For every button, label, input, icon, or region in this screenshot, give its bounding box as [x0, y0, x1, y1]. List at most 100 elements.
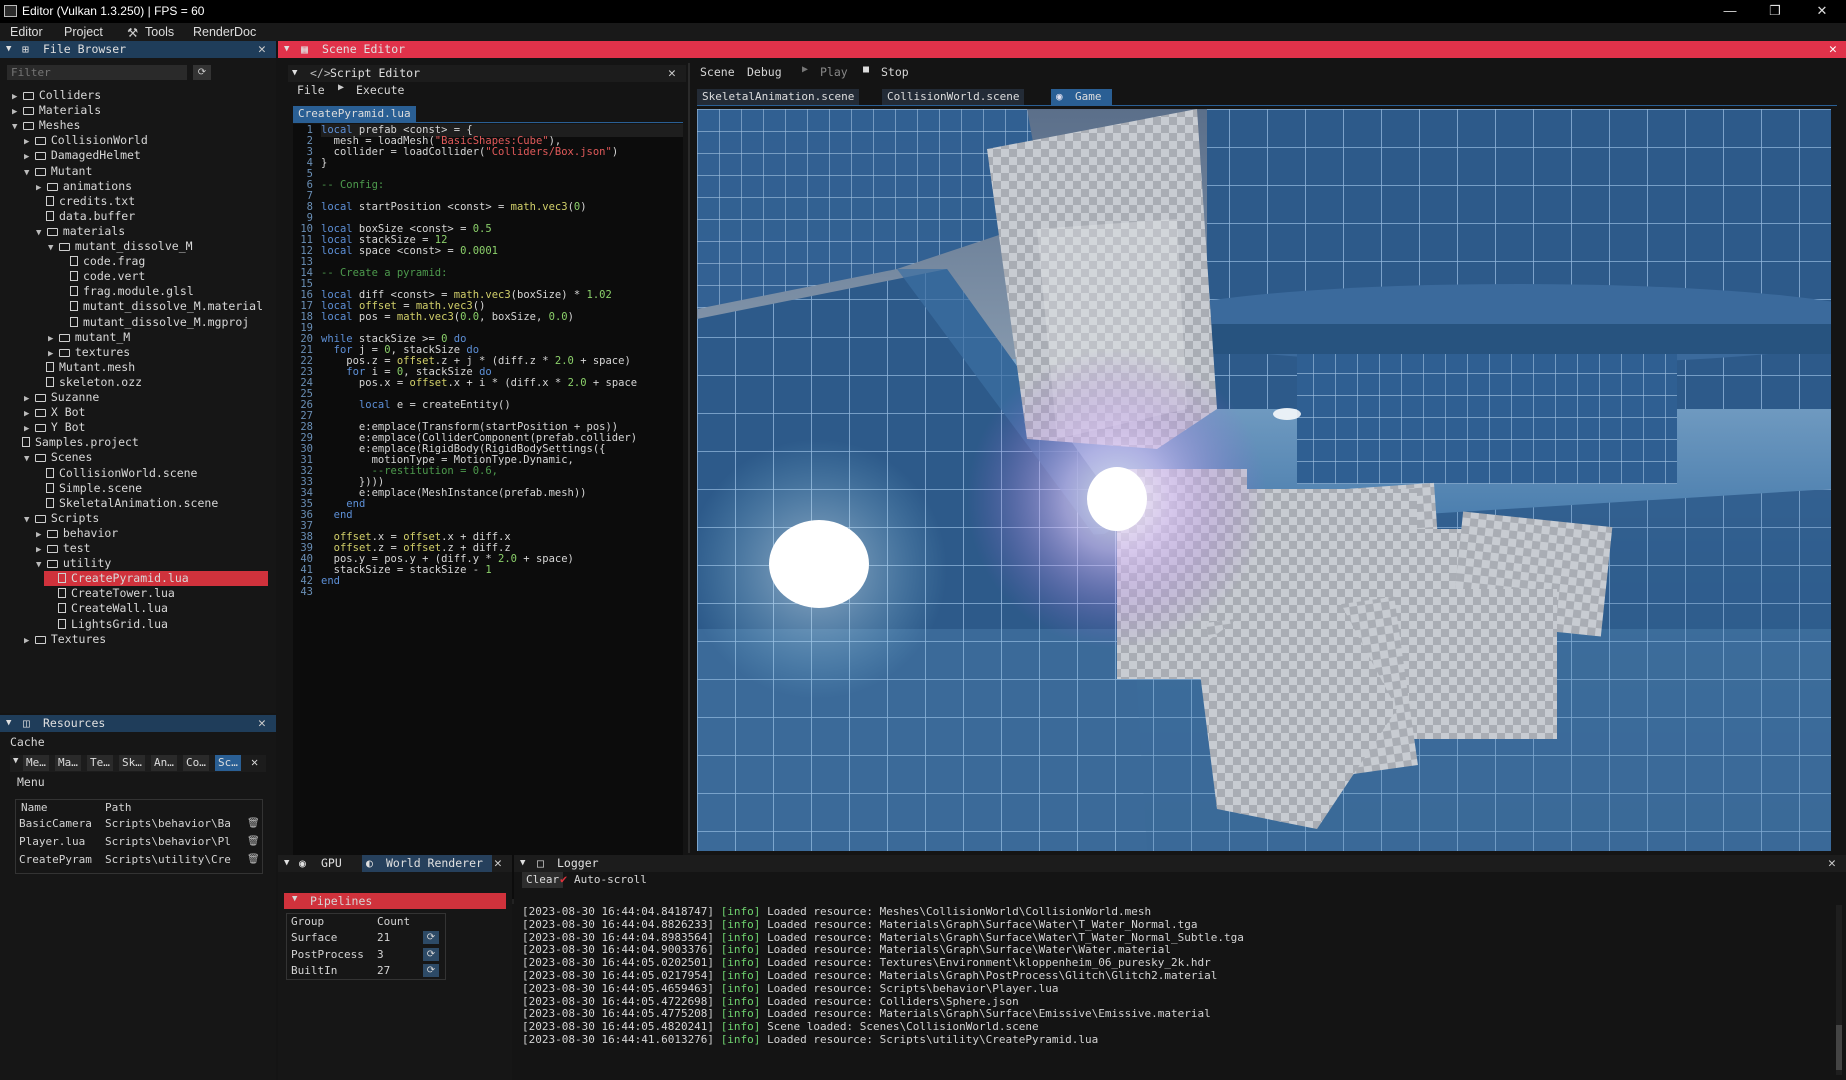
tree-item[interactable]: ▼ mutant_dissolve_M — [48, 239, 193, 254]
close-logger-icon[interactable]: ✕ — [1828, 855, 1836, 872]
collapse-triangle-icon[interactable]: ▼ — [292, 65, 297, 82]
collapsed-arrow-icon[interactable]: ▶ — [24, 152, 35, 162]
tree-item[interactable]: SkeletalAnimation.scene — [36, 496, 218, 511]
menu-debug[interactable]: Debug — [747, 65, 782, 79]
tab-colliders[interactable]: Co… — [183, 755, 209, 771]
resource-name[interactable]: BasicCamera — [19, 816, 101, 831]
tree-item[interactable]: skeleton.ozz — [36, 375, 142, 390]
tree-item[interactable]: data.buffer — [36, 209, 135, 224]
collapse-triangle-icon[interactable]: ▼ — [520, 855, 525, 872]
pipelines-header[interactable]: ▼ Pipelines — [284, 893, 506, 909]
tree-item[interactable]: frag.module.glsl — [60, 284, 194, 299]
tree-item[interactable]: ▼ utility — [36, 556, 111, 571]
tree-item[interactable]: CreateTower.lua — [48, 586, 175, 601]
stop-button[interactable]: Stop — [881, 65, 909, 79]
code-line[interactable]: -- Config: — [321, 180, 384, 191]
collapse-triangle-icon[interactable]: ▼ — [284, 855, 289, 872]
close-window-icon[interactable]: ✕ — [1804, 1, 1840, 21]
menu-editor[interactable]: Editor — [10, 25, 43, 39]
collapse-triangle-icon[interactable]: ▼ — [6, 715, 11, 732]
close-file-browser-icon[interactable]: ✕ — [258, 41, 266, 58]
collapsed-arrow-icon[interactable]: ▶ — [36, 183, 47, 193]
tree-item[interactable]: code.vert — [60, 269, 145, 284]
tree-item[interactable]: ▶ CollisionWorld — [24, 133, 148, 148]
game-viewport[interactable] — [697, 109, 1831, 851]
tree-item[interactable]: ▶ Colliders — [12, 88, 101, 103]
tree-item[interactable]: Mutant.mesh — [36, 360, 135, 375]
trash-icon[interactable]: 🗑 — [247, 834, 259, 849]
code-line[interactable]: collider = loadCollider("Colliders/Box.j… — [321, 147, 619, 158]
tab-scripts[interactable]: Sc… — [215, 755, 241, 771]
tab-skeletons[interactable]: Sk… — [119, 755, 145, 771]
tab-textures[interactable]: Te… — [87, 755, 113, 771]
tab-meshes[interactable]: Me… — [23, 755, 49, 771]
tree-item[interactable]: CollisionWorld.scene — [36, 466, 197, 481]
tab-materials[interactable]: Ma… — [55, 755, 81, 771]
tree-item[interactable]: ▶ test — [36, 541, 91, 556]
tab-collision-world-scene[interactable]: CollisionWorld.scene — [882, 89, 1025, 105]
tree-item[interactable]: CreateWall.lua — [48, 601, 168, 616]
code-line[interactable]: local startPosition <const> = math.vec3(… — [321, 202, 587, 213]
scrollbar-thumb[interactable] — [1836, 1025, 1842, 1070]
reload-pipeline-icon[interactable]: ⟳ — [423, 964, 439, 977]
menu-scene[interactable]: Scene — [700, 65, 735, 79]
collapse-triangle-icon[interactable]: ▼ — [6, 41, 11, 58]
expanded-arrow-icon[interactable]: ▼ — [36, 560, 47, 570]
close-world-renderer-icon[interactable]: ✕ — [494, 855, 502, 872]
tree-item[interactable]: code.frag — [60, 254, 145, 269]
trash-icon[interactable]: 🗑 — [247, 816, 259, 831]
tree-item[interactable]: ▼ Scenes — [24, 450, 92, 465]
collapsed-arrow-icon[interactable]: ▶ — [24, 409, 35, 419]
tree-item[interactable]: ▶ animations — [36, 179, 132, 194]
code-line[interactable]: end — [321, 576, 340, 587]
expanded-arrow-icon[interactable]: ▼ — [12, 122, 23, 132]
play-button[interactable]: Play — [820, 65, 848, 79]
reload-pipeline-icon[interactable]: ⟳ — [423, 947, 439, 961]
clear-button[interactable]: Clear — [522, 872, 564, 888]
tree-item[interactable]: ▶ X Bot — [24, 405, 85, 420]
tree-item[interactable]: credits.txt — [36, 194, 135, 209]
tree-item[interactable]: ▼ Scripts — [24, 511, 99, 526]
tab-game[interactable]: Game — [1070, 89, 1107, 105]
collapsed-arrow-icon[interactable]: ▶ — [36, 530, 47, 540]
collapsed-arrow-icon[interactable]: ▶ — [24, 137, 35, 147]
close-tab-icon[interactable]: ✕ — [251, 755, 258, 769]
tabs-menu-icon[interactable]: ▼ — [13, 756, 18, 766]
tree-item[interactable]: LightsGrid.lua — [48, 617, 168, 632]
reload-pipeline-icon[interactable]: ⟳ — [423, 931, 439, 944]
expanded-arrow-icon[interactable]: ▼ — [24, 515, 35, 525]
collapse-triangle-icon[interactable]: ▼ — [284, 41, 289, 58]
code-line[interactable]: local pos = math.vec3(0.0, boxSize, 0.0) — [321, 312, 574, 323]
tree-item[interactable]: ▶ behavior — [36, 526, 118, 541]
restore-icon[interactable]: ❐ — [1757, 1, 1793, 21]
tree-item[interactable]: ▶ Y Bot — [24, 420, 85, 435]
menu-tools[interactable]: Tools — [145, 25, 174, 39]
code-line[interactable]: } — [321, 158, 327, 169]
code-area[interactable]: 1 local prefab <const> = {2 mesh = loadMe… — [293, 124, 683, 904]
code-line[interactable]: stackSize = stackSize - 1 — [321, 565, 492, 576]
tab-skeletal-animation-scene[interactable]: SkeletalAnimation.scene — [697, 89, 860, 105]
tree-item[interactable]: ▶ Textures — [24, 632, 106, 647]
minimize-icon[interactable]: — — [1712, 1, 1748, 21]
tab-gpu[interactable]: GPU — [321, 855, 342, 872]
script-menu-file[interactable]: File — [297, 83, 325, 97]
filter-input[interactable] — [7, 65, 187, 80]
tree-item[interactable]: mutant_dissolve_M.material — [60, 299, 263, 314]
collapsed-arrow-icon[interactable]: ▶ — [48, 349, 59, 359]
collapsed-arrow-icon[interactable]: ▶ — [24, 636, 35, 646]
tab-world-renderer[interactable]: World Renderer — [386, 855, 483, 872]
vertical-scrollbar[interactable] — [1836, 905, 1842, 1075]
tree-item[interactable]: ▶ DamagedHelmet — [24, 148, 141, 163]
menu-renderdoc[interactable]: RenderDoc — [193, 25, 256, 39]
collapsed-arrow-icon[interactable]: ▶ — [24, 394, 35, 404]
tree-item[interactable]: ▶ textures — [48, 345, 130, 360]
menu-project[interactable]: Project — [64, 25, 103, 39]
code-line[interactable]: local space <const> = 0.0001 — [321, 246, 498, 257]
tree-item[interactable]: Simple.scene — [36, 481, 142, 496]
code-line[interactable]: end — [321, 510, 353, 521]
collapsed-arrow-icon[interactable]: ▶ — [24, 424, 35, 434]
refresh-icon[interactable]: ⟳ — [193, 65, 211, 80]
tree-item[interactable]: ▼ Meshes — [12, 118, 80, 133]
tree-item[interactable]: ▶ Suzanne — [24, 390, 99, 405]
tree-item[interactable]: CreatePyramid.lua — [44, 571, 268, 587]
